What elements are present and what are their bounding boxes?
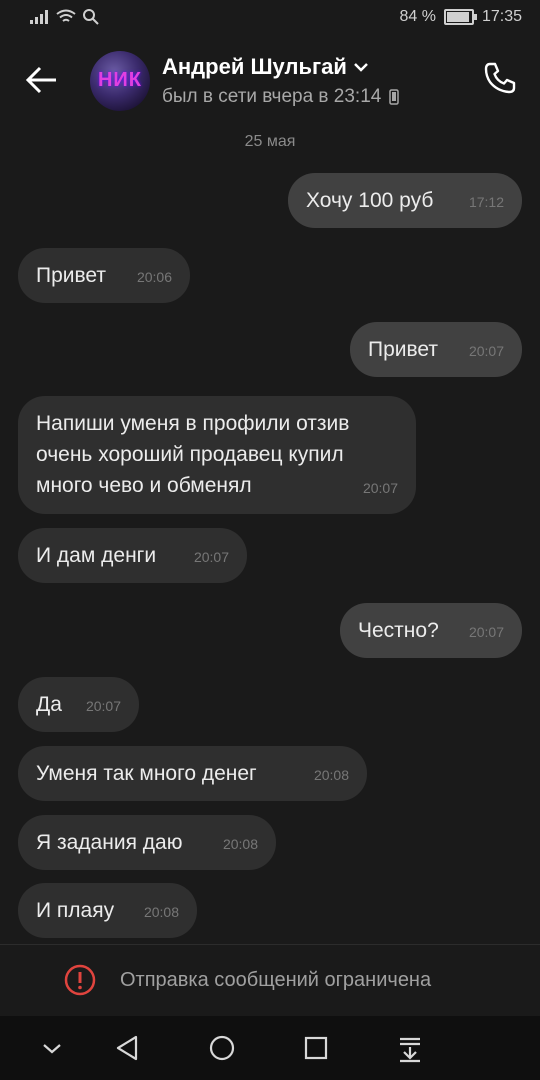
message-time: 20:08 xyxy=(313,767,349,783)
back-arrow-icon[interactable] xyxy=(24,62,60,98)
chat-header: НИК Андрей Шульгай был в сети вчера в 23… xyxy=(0,36,540,126)
message-time: 20:08 xyxy=(143,904,179,920)
message-text: И дам денги xyxy=(36,544,157,567)
message-bubble[interactable]: Уменя так много денег 20:08 xyxy=(18,746,367,801)
search-icon xyxy=(83,9,99,25)
status-bar: 84 % 17:35 xyxy=(0,0,540,36)
chevron-down-icon xyxy=(354,63,368,72)
message-time: 17:12 xyxy=(468,194,504,210)
chevron-down-icon[interactable] xyxy=(40,1033,64,1063)
avatar-text: НИК xyxy=(97,69,143,91)
message-text: И плаяу xyxy=(36,899,115,922)
message-bubble[interactable]: Привет 20:06 xyxy=(18,248,190,303)
battery-percent: 84 % xyxy=(399,8,436,25)
message-time: 20:06 xyxy=(136,269,172,285)
last-seen-row: был в сети вчера в 23:14 xyxy=(162,86,400,108)
message-text: Да xyxy=(36,693,62,716)
message-text: Привет xyxy=(368,338,439,361)
mobile-device-icon xyxy=(389,89,400,105)
message-text: Уменя так много денег xyxy=(36,762,257,785)
message-bubble[interactable]: Да 20:07 xyxy=(18,677,139,732)
alert-icon xyxy=(64,964,96,996)
system-nav-bar xyxy=(0,1016,540,1080)
avatar[interactable]: НИК xyxy=(90,51,150,111)
message-bubble[interactable]: Я задания даю 20:08 xyxy=(18,815,276,870)
message-time: 20:07 xyxy=(468,624,504,640)
restriction-text: Отправка сообщений ограничена xyxy=(120,969,432,991)
recents-square-icon[interactable] xyxy=(302,1033,330,1063)
message-bubble[interactable]: И дам денги 20:07 xyxy=(18,528,247,583)
message-text: Хочу 100 руб xyxy=(306,189,434,212)
signal-icon xyxy=(30,10,48,24)
message-time: 20:08 xyxy=(222,836,258,852)
wifi-icon xyxy=(56,9,76,22)
clock: 17:35 xyxy=(481,8,522,25)
phone-call-icon[interactable] xyxy=(482,60,518,96)
contact-name: Андрей Шульгай xyxy=(162,54,347,79)
home-circle-icon[interactable] xyxy=(207,1033,237,1063)
message-time: 20:07 xyxy=(193,549,229,565)
battery-icon xyxy=(443,9,477,25)
message-time: 20:07 xyxy=(468,343,504,359)
contact-name-row[interactable]: Андрей Шульгай xyxy=(162,54,369,80)
date-separator: 25 мая xyxy=(244,133,296,150)
back-triangle-icon[interactable] xyxy=(114,1033,142,1063)
message-text: Напиши уменя в профили отзив очень хорош… xyxy=(36,412,350,497)
message-bubble[interactable]: Напиши уменя в профили отзив очень хорош… xyxy=(18,396,416,514)
message-bubble[interactable]: Хочу 100 руб 17:12 xyxy=(288,173,522,228)
message-text: Привет xyxy=(36,264,107,287)
message-bubble[interactable]: Честно? 20:07 xyxy=(340,603,522,658)
message-bubble[interactable]: И плаяу 20:08 xyxy=(18,883,197,938)
message-text: Честно? xyxy=(358,619,439,642)
message-time: 20:07 xyxy=(85,698,121,714)
message-text: Я задания даю xyxy=(36,831,183,854)
messaging-restricted-banner: Отправка сообщений ограничена xyxy=(0,944,540,1017)
last-seen: был в сети вчера в 23:14 xyxy=(162,86,382,107)
notification-pulldown-icon[interactable] xyxy=(396,1033,424,1063)
message-time: 20:07 xyxy=(362,480,398,496)
message-bubble[interactable]: Привет 20:07 xyxy=(350,322,522,377)
